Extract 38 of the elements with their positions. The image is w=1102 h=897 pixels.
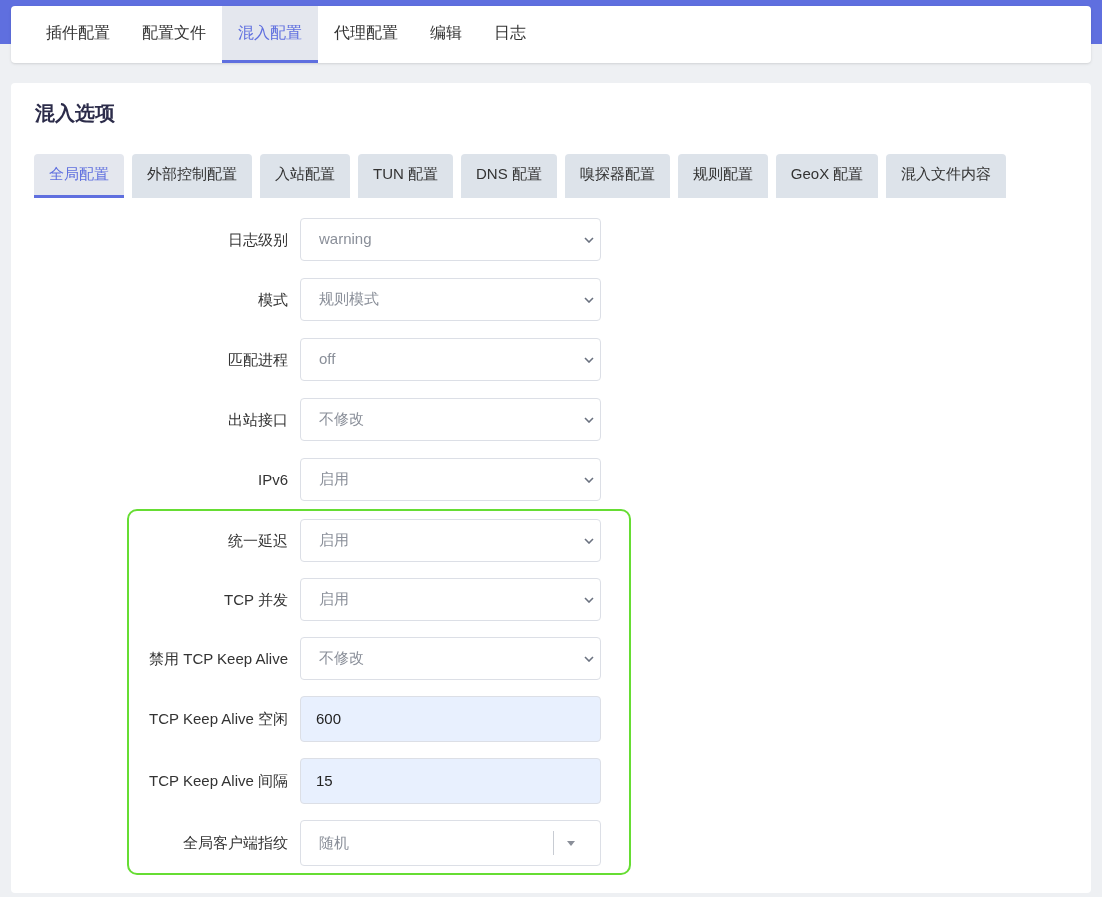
input-field[interactable]: 15	[300, 758, 601, 804]
field-label: TCP Keep Alive 间隔	[149, 772, 288, 789]
chevron-down-icon	[584, 236, 594, 243]
sub-tab[interactable]: DNS 配置	[461, 154, 557, 198]
sub-tab[interactable]: 规则配置	[677, 154, 768, 198]
chevron-down-icon	[584, 537, 594, 544]
field-label: 出站接口	[228, 410, 288, 428]
sub-tab[interactable]: 外部控制配置	[132, 154, 252, 198]
sub-tab[interactable]: TUN 配置	[358, 154, 453, 198]
field-label: 统一延迟	[228, 531, 288, 549]
chevron-down-icon	[584, 416, 594, 423]
sub-tab[interactable]: 入站配置	[260, 154, 350, 198]
field-label: 匹配进程	[228, 350, 288, 368]
sub-tab[interactable]: 全局配置	[34, 154, 124, 198]
sub-tab[interactable]: GeoX 配置	[775, 154, 879, 198]
chevron-down-icon	[584, 476, 594, 483]
field-label: TCP 并发	[224, 590, 288, 608]
field-label: IPv6	[258, 470, 288, 488]
chevron-down-icon	[584, 596, 594, 603]
field-label: TCP Keep Alive 空闲	[149, 710, 288, 727]
nav-tab[interactable]: 代理配置	[318, 6, 414, 63]
field-label: 模式	[258, 290, 288, 308]
field-label: 日志级别	[228, 230, 288, 248]
field-label: 禁用 TCP Keep Alive	[149, 649, 288, 667]
sub-tab[interactable]: 混入文件内容	[886, 154, 1007, 198]
nav-tab[interactable]: 日志	[478, 6, 542, 63]
nav-tab[interactable]: 插件配置	[30, 6, 126, 63]
section-title: 混入选项	[35, 101, 116, 126]
sub-tab[interactable]: 嗅探器配置	[564, 154, 670, 198]
nav-tab[interactable]: 配置文件	[126, 6, 222, 63]
chevron-down-icon	[584, 356, 594, 363]
chevron-down-icon	[584, 655, 594, 662]
field-label: 全局客户端指纹	[183, 834, 288, 851]
nav-tab[interactable]: 编辑	[414, 6, 478, 63]
chevron-down-icon	[584, 296, 594, 303]
nav-tab[interactable]: 混入配置	[222, 6, 318, 63]
input-field[interactable]: 600	[300, 696, 601, 742]
caret-down-icon	[567, 840, 575, 846]
